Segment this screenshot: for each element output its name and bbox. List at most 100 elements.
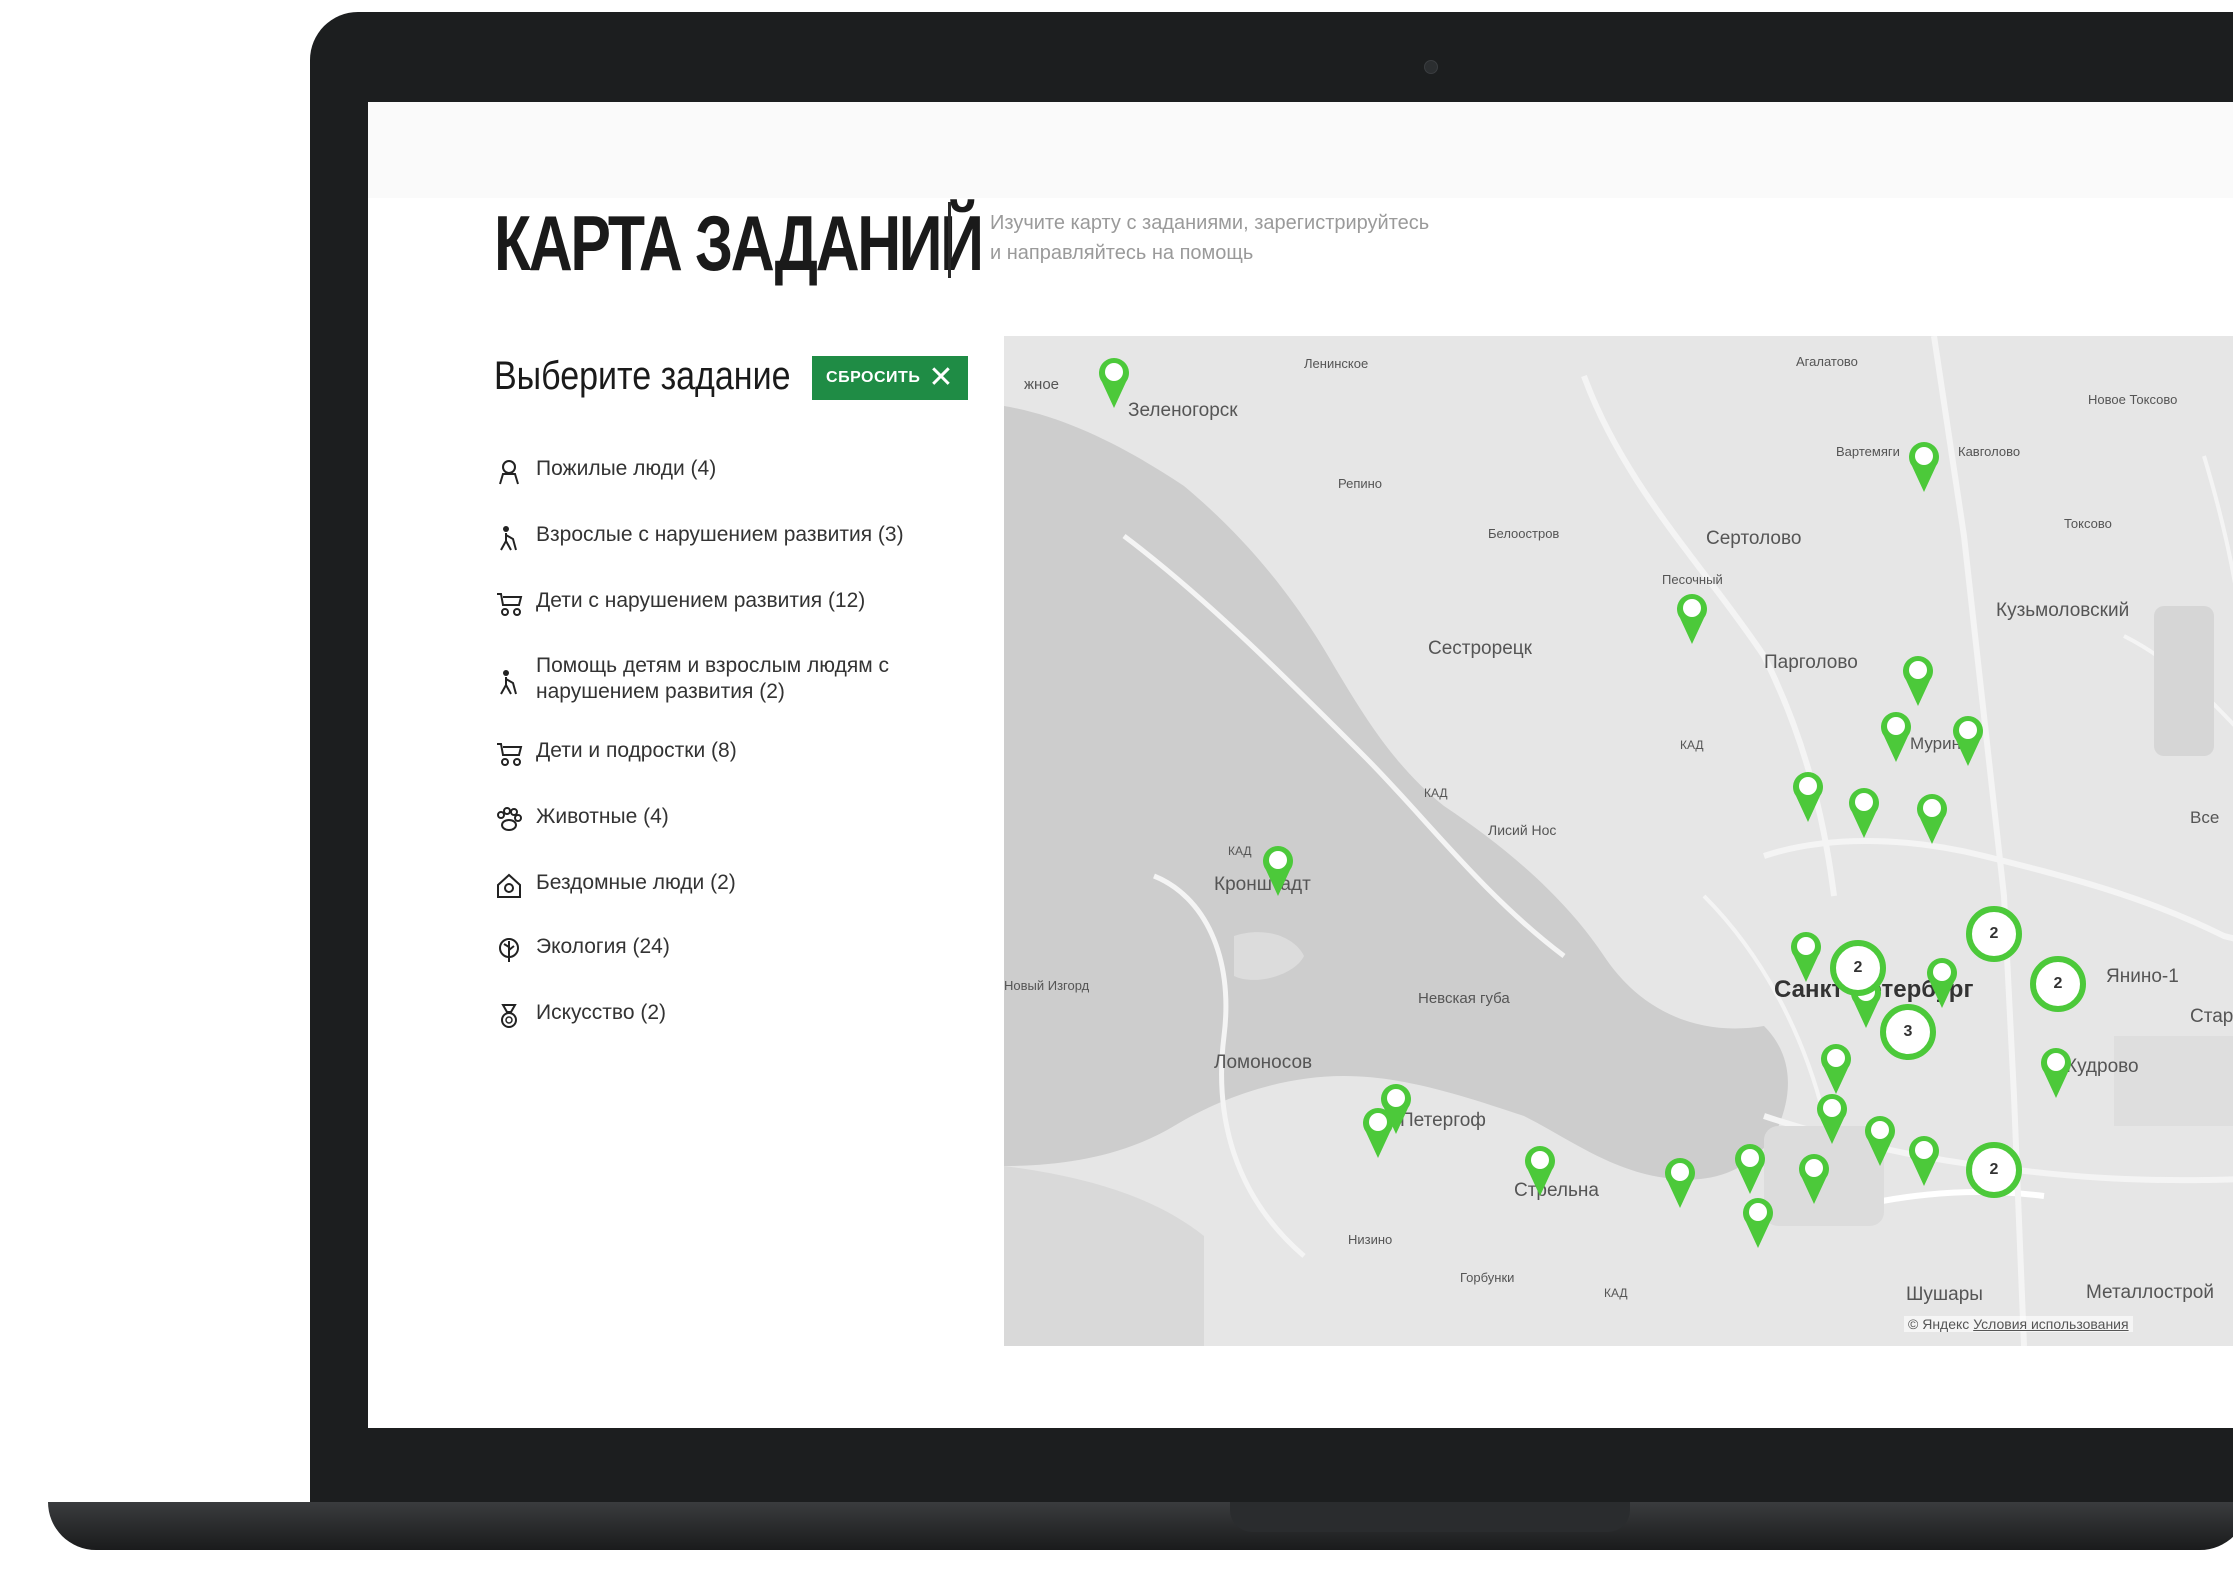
category-label: Экология (24) xyxy=(536,935,670,958)
task-pin-icon[interactable] xyxy=(1912,792,1952,846)
category-label: Пожилые люди (4) xyxy=(536,457,717,480)
category-label: Дети и подростки (8) xyxy=(536,739,737,762)
task-pin-icon[interactable] xyxy=(1812,1092,1852,1146)
task-pin-icon[interactable] xyxy=(1520,1144,1560,1198)
house-icon xyxy=(494,871,524,901)
reset-button[interactable]: СБРОСИТЬ ✕ xyxy=(812,356,968,400)
close-icon: ✕ xyxy=(928,361,954,394)
task-pin-icon[interactable] xyxy=(1788,770,1828,824)
map-label: Сестрорецк xyxy=(1428,638,1532,659)
map-label: Стар xyxy=(2190,1006,2233,1027)
map-label: Кудрово xyxy=(2066,1056,2139,1077)
reset-label: СБРОСИТЬ xyxy=(826,369,921,386)
map-label: Сертолово xyxy=(1706,528,1802,549)
category-item-homeless[interactable]: Бездомные люди (2) xyxy=(494,871,736,901)
category-item-kids-teens[interactable]: Дети и подростки (8) xyxy=(494,739,737,769)
category-item-ecology[interactable]: Экология (24) xyxy=(494,935,670,965)
task-pin-icon[interactable] xyxy=(1844,786,1884,840)
task-pin-icon[interactable] xyxy=(1794,1152,1834,1206)
category-item-adults-disability[interactable]: Взрослые с нарушением развития (3) xyxy=(494,523,904,553)
map-label: Агалатово xyxy=(1796,354,1858,369)
task-pin-icon[interactable] xyxy=(1258,844,1298,898)
stroller-icon xyxy=(494,589,524,619)
category-item-children-disability[interactable]: Дети с нарушением развития (12) xyxy=(494,589,865,619)
category-label: Животные (4) xyxy=(536,805,669,828)
map-label: Новое Токсово xyxy=(2088,392,2178,407)
task-pin-icon[interactable] xyxy=(1730,1142,1770,1196)
task-pin-icon[interactable] xyxy=(1358,1106,1398,1160)
task-pin-icon[interactable] xyxy=(1904,1134,1944,1188)
map-label: Ленинское xyxy=(1304,356,1369,371)
map-label: Невская губа xyxy=(1418,990,1510,1007)
category-item-help-children-adults[interactable]: Помощь детям и взрослым людям с нарушени… xyxy=(494,653,936,705)
cluster-marker[interactable]: 2 xyxy=(1830,940,1886,996)
cluster-marker[interactable]: 2 xyxy=(2030,956,2086,1012)
map-label: Горбунки xyxy=(1460,1270,1515,1285)
map-label: Низино xyxy=(1348,1232,1393,1247)
cluster-marker[interactable]: 2 xyxy=(1966,906,2022,962)
category-label: Бездомные люди (2) xyxy=(536,871,736,894)
task-pin-icon[interactable] xyxy=(1904,440,1944,494)
map-label: Лисий Нос xyxy=(1488,822,1557,838)
category-label: Искусство (2) xyxy=(536,1001,666,1024)
task-pin-icon[interactable] xyxy=(1876,710,1916,764)
task-pin-icon[interactable] xyxy=(2036,1046,2076,1100)
terms-link[interactable]: Условия использования xyxy=(1973,1316,2128,1332)
road-label: КАД xyxy=(1424,786,1448,800)
stroller-icon xyxy=(494,739,524,769)
subtitle-line-2: и направляйтесь на помощь xyxy=(990,242,1254,264)
task-pin-icon[interactable] xyxy=(1660,1156,1700,1210)
map-label: Металлострой xyxy=(2086,1282,2214,1303)
map-label: Песочный xyxy=(1662,572,1723,587)
task-pin-icon[interactable] xyxy=(1922,956,1962,1010)
cluster-marker[interactable]: 3 xyxy=(1880,1004,1936,1060)
task-pin-icon[interactable] xyxy=(1860,1114,1900,1168)
camera-icon xyxy=(1424,60,1438,74)
laptop-base xyxy=(48,1502,2233,1550)
map-label: Шушары xyxy=(1906,1284,1983,1305)
subtitle-line-1: Изучите карту с заданиями, зарегистрируй… xyxy=(990,212,1430,234)
road-label: КАД xyxy=(1680,738,1704,752)
paw-icon xyxy=(494,805,524,835)
task-pin-icon[interactable] xyxy=(1738,1196,1778,1250)
map-label: Новый Изгорд xyxy=(1004,978,1090,993)
map-label: Кавголово xyxy=(1958,444,2021,459)
page-title: КАРТА ЗАДАНИЙ xyxy=(494,199,984,287)
category-label: Дети с нарушением развития (12) xyxy=(536,589,866,612)
task-pin-icon[interactable] xyxy=(1948,714,1988,768)
title-divider xyxy=(948,202,951,278)
task-pin-icon[interactable] xyxy=(1672,592,1712,646)
road-label: КАД xyxy=(1228,844,1252,858)
category-item-elderly[interactable]: Пожилые люди (4) xyxy=(494,457,716,487)
adult-disability-icon xyxy=(494,667,524,697)
map-label: Все xyxy=(2190,808,2220,827)
category-label: Взрослые с нарушением развития (3) xyxy=(536,523,904,546)
category-item-art[interactable]: Искусство (2) xyxy=(494,1001,666,1031)
map-label: Репино xyxy=(1338,476,1383,491)
task-pin-icon[interactable] xyxy=(1094,356,1134,410)
medal-icon xyxy=(494,1001,524,1031)
copyright-text: © Яндекс xyxy=(1908,1316,1970,1332)
category-item-animals[interactable]: Животные (4) xyxy=(494,805,669,835)
task-pin-icon[interactable] xyxy=(1898,654,1938,708)
map-label: Парголово xyxy=(1764,652,1858,673)
map-label: Вартемяги xyxy=(1836,444,1900,459)
map-label: Янино-1 xyxy=(2106,966,2179,987)
task-pin-icon[interactable] xyxy=(1816,1042,1856,1096)
map-background xyxy=(1004,336,2233,1346)
laptop-notch xyxy=(1230,1502,1630,1532)
map-label: Ломоносов xyxy=(1214,1052,1313,1073)
cluster-marker[interactable]: 2 xyxy=(1966,1142,2022,1198)
adult-disability-icon xyxy=(494,523,524,553)
screen: КАРТА ЗАДАНИЙ Изучите карту с заданиями,… xyxy=(368,102,2233,1428)
tasks-map[interactable]: жное Зеленогорск Ленинское Репино Белоос… xyxy=(1004,336,2233,1346)
map-copyright: © Яндекс Условия использования xyxy=(1904,1316,2133,1332)
road-label: КАД xyxy=(1604,1286,1628,1300)
top-strip xyxy=(368,102,2233,198)
map-label: Кузьмоловский xyxy=(1996,600,2130,621)
page-subtitle: Изучите карту с заданиями, зарегистрируй… xyxy=(990,208,1590,268)
map-label: Белоостров xyxy=(1488,526,1560,541)
select-task-heading: Выберите задание xyxy=(494,354,791,398)
task-pin-icon[interactable] xyxy=(1786,930,1826,984)
map-label: жное xyxy=(1024,376,1060,393)
